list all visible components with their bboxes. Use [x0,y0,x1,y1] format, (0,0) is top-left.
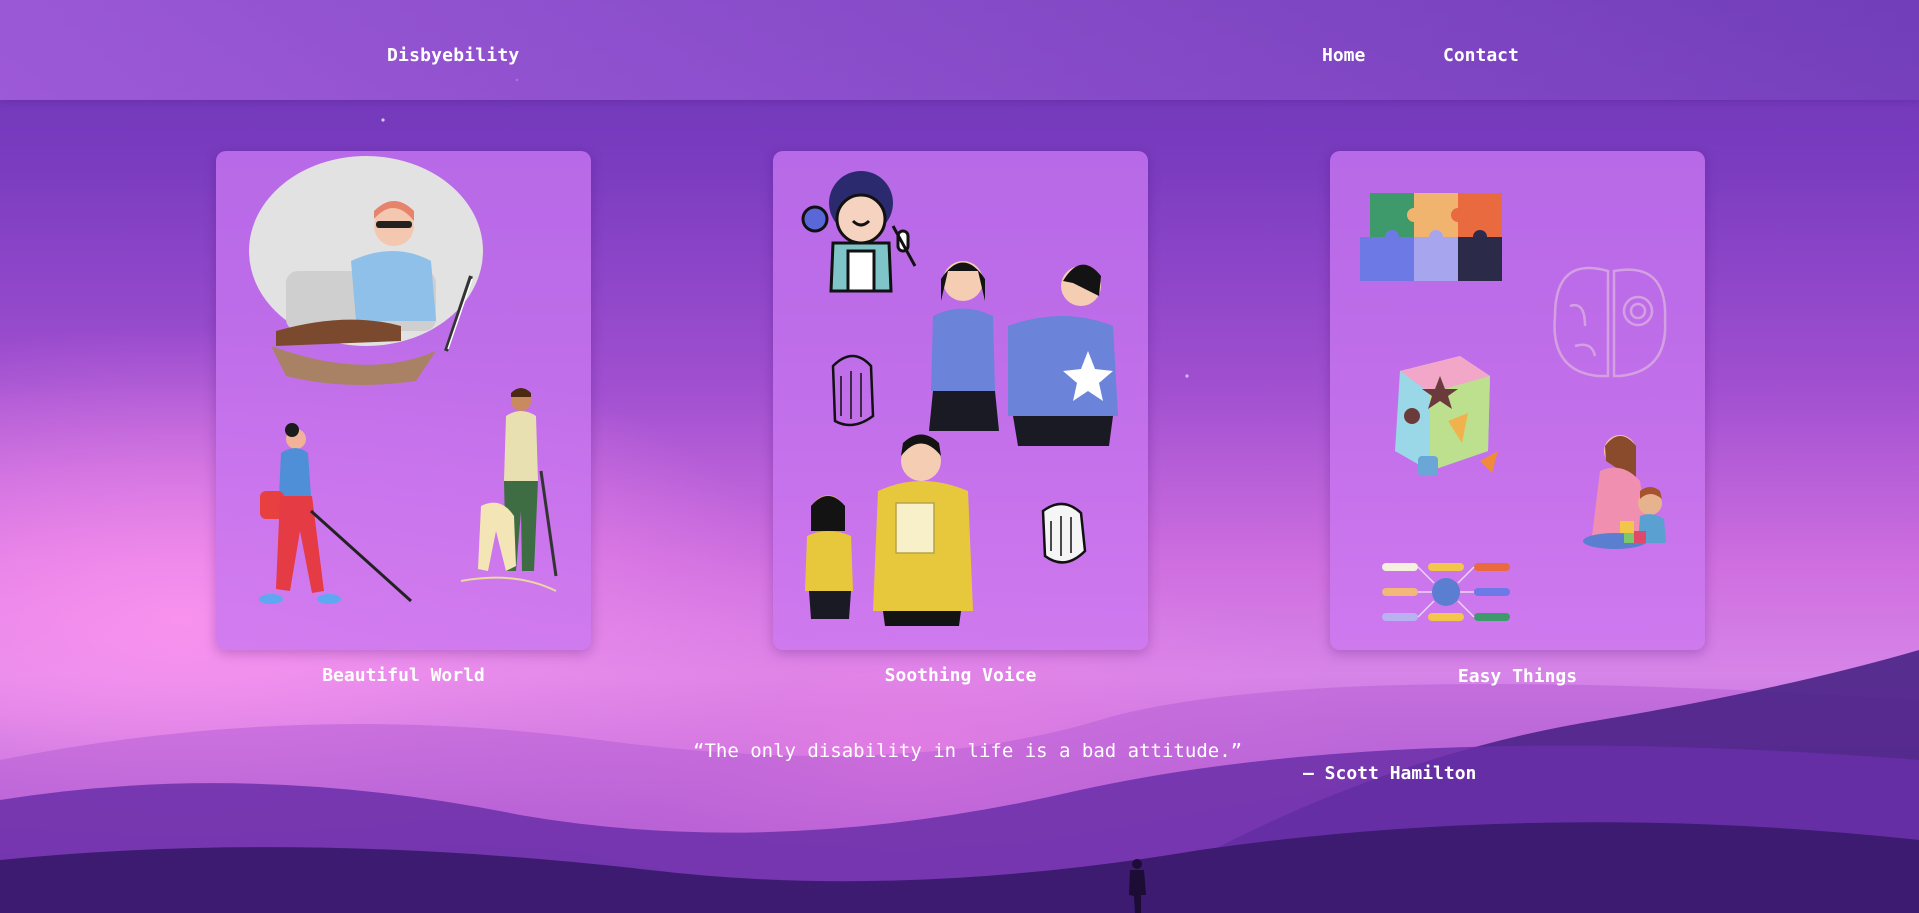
puzzle-learning-illustration [1360,193,1667,621]
nav-contact-link[interactable]: Contact [1443,45,1519,66]
card-soothing-voice[interactable] [773,151,1148,650]
quote-author: — Scott Hamilton [1303,763,1477,784]
brand-logo-text[interactable]: Disbyebility [387,45,519,66]
visually-impaired-illustration [249,156,558,604]
card-easy-things[interactable] [1330,151,1705,650]
card-caption: Beautiful World [322,665,485,686]
top-navbar: Disbyebility Home Contact [0,0,1919,100]
sign-language-illustration [801,171,1118,626]
quote-text: “The only disability in life is a bad at… [693,740,1243,762]
card-caption: Easy Things [1457,666,1578,687]
nav-home-link[interactable]: Home [1322,45,1365,66]
card-caption: Soothing Voice [884,665,1037,686]
card-beautiful-world[interactable] [216,151,591,650]
